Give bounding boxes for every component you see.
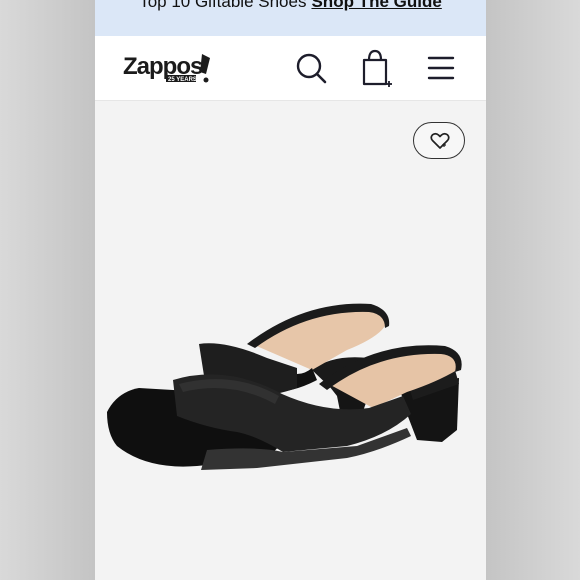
zappos-logo[interactable]: Zappos 25 YEARS: [122, 50, 214, 86]
favorite-button[interactable]: [413, 122, 465, 159]
product-image-area: [95, 101, 486, 580]
promo-banner[interactable]: Top 10 Giftable Shoes Shop The Guide: [95, 0, 486, 36]
site-header: Zappos 25 YEARS: [95, 36, 486, 101]
mobile-page: Top 10 Giftable Shoes Shop The Guide Zapp…: [95, 0, 486, 580]
promo-link[interactable]: Shop The Guide: [311, 0, 441, 11]
product-shoe-image: [107, 303, 462, 470]
logo-badge: 25 YEARS: [168, 77, 197, 83]
hamburger-menu-icon[interactable]: [423, 50, 459, 86]
shopping-bag-icon[interactable]: [359, 48, 395, 87]
background-left: [0, 0, 95, 580]
promo-text: Top 10 Giftable Shoes: [139, 0, 307, 11]
heart-plus-icon: [430, 132, 450, 149]
background-right: [485, 0, 580, 580]
search-icon[interactable]: [293, 50, 329, 86]
